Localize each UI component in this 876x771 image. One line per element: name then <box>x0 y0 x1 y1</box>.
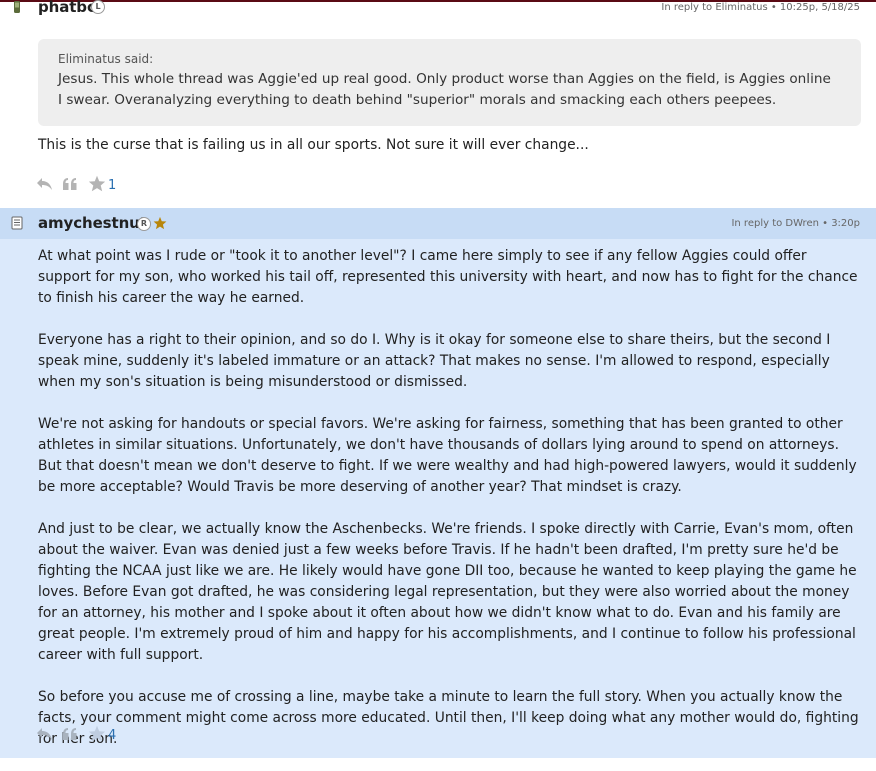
quote-icon[interactable] <box>62 177 78 191</box>
star-icon[interactable] <box>88 175 106 192</box>
phone-icon <box>14 1 20 13</box>
quote-text: Jesus. This whole thread was Aggie'ed up… <box>58 71 831 108</box>
post-paragraph: We're not asking for handouts or special… <box>38 416 857 495</box>
reply-icon[interactable] <box>36 177 53 191</box>
quote-icon[interactable] <box>62 727 78 741</box>
post-paragraph: Everyone has a right to their opinion, a… <box>38 332 831 390</box>
post-header: amychestnut R In reply to DWren • 3:20p <box>0 208 876 239</box>
username[interactable]: amychestnut <box>38 214 147 232</box>
post-amychestnut: amychestnut R In reply to DWren • 3:20p … <box>0 208 876 758</box>
post-actions: 1 <box>36 175 136 195</box>
username[interactable]: phatbc <box>38 0 96 16</box>
gold-star-icon <box>153 216 167 230</box>
quote-author: Eliminatus said: <box>58 52 154 66</box>
user-badge: L <box>91 0 105 14</box>
post-paragraph: So before you accuse me of crossing a li… <box>38 689 859 747</box>
quote-block: Eliminatus said: Jesus. This whole threa… <box>38 39 861 126</box>
user-badge: R <box>137 217 151 231</box>
post-header: phatbc L In reply to Eliminatus • 10:25p… <box>0 0 876 22</box>
reply-icon[interactable] <box>36 727 53 741</box>
document-icon <box>11 216 23 230</box>
like-count[interactable]: 1 <box>108 178 116 193</box>
post-body: At what point was I rude or "took it to … <box>38 246 863 771</box>
post-paragraph: At what point was I rude or "took it to … <box>38 248 858 306</box>
reply-meta[interactable]: In reply to DWren • 3:20p <box>731 218 860 229</box>
post-paragraph: And just to be clear, we actually know t… <box>38 521 857 663</box>
like-count[interactable]: 4 <box>108 728 116 743</box>
star-icon[interactable] <box>88 725 106 742</box>
post-body: This is the curse that is failing us in … <box>38 137 589 153</box>
reply-meta[interactable]: In reply to Eliminatus • 10:25p, 5/18/25 <box>661 2 860 13</box>
post-phatbc: phatbc L In reply to Eliminatus • 10:25p… <box>0 0 876 208</box>
post-actions: 4 <box>36 725 136 745</box>
